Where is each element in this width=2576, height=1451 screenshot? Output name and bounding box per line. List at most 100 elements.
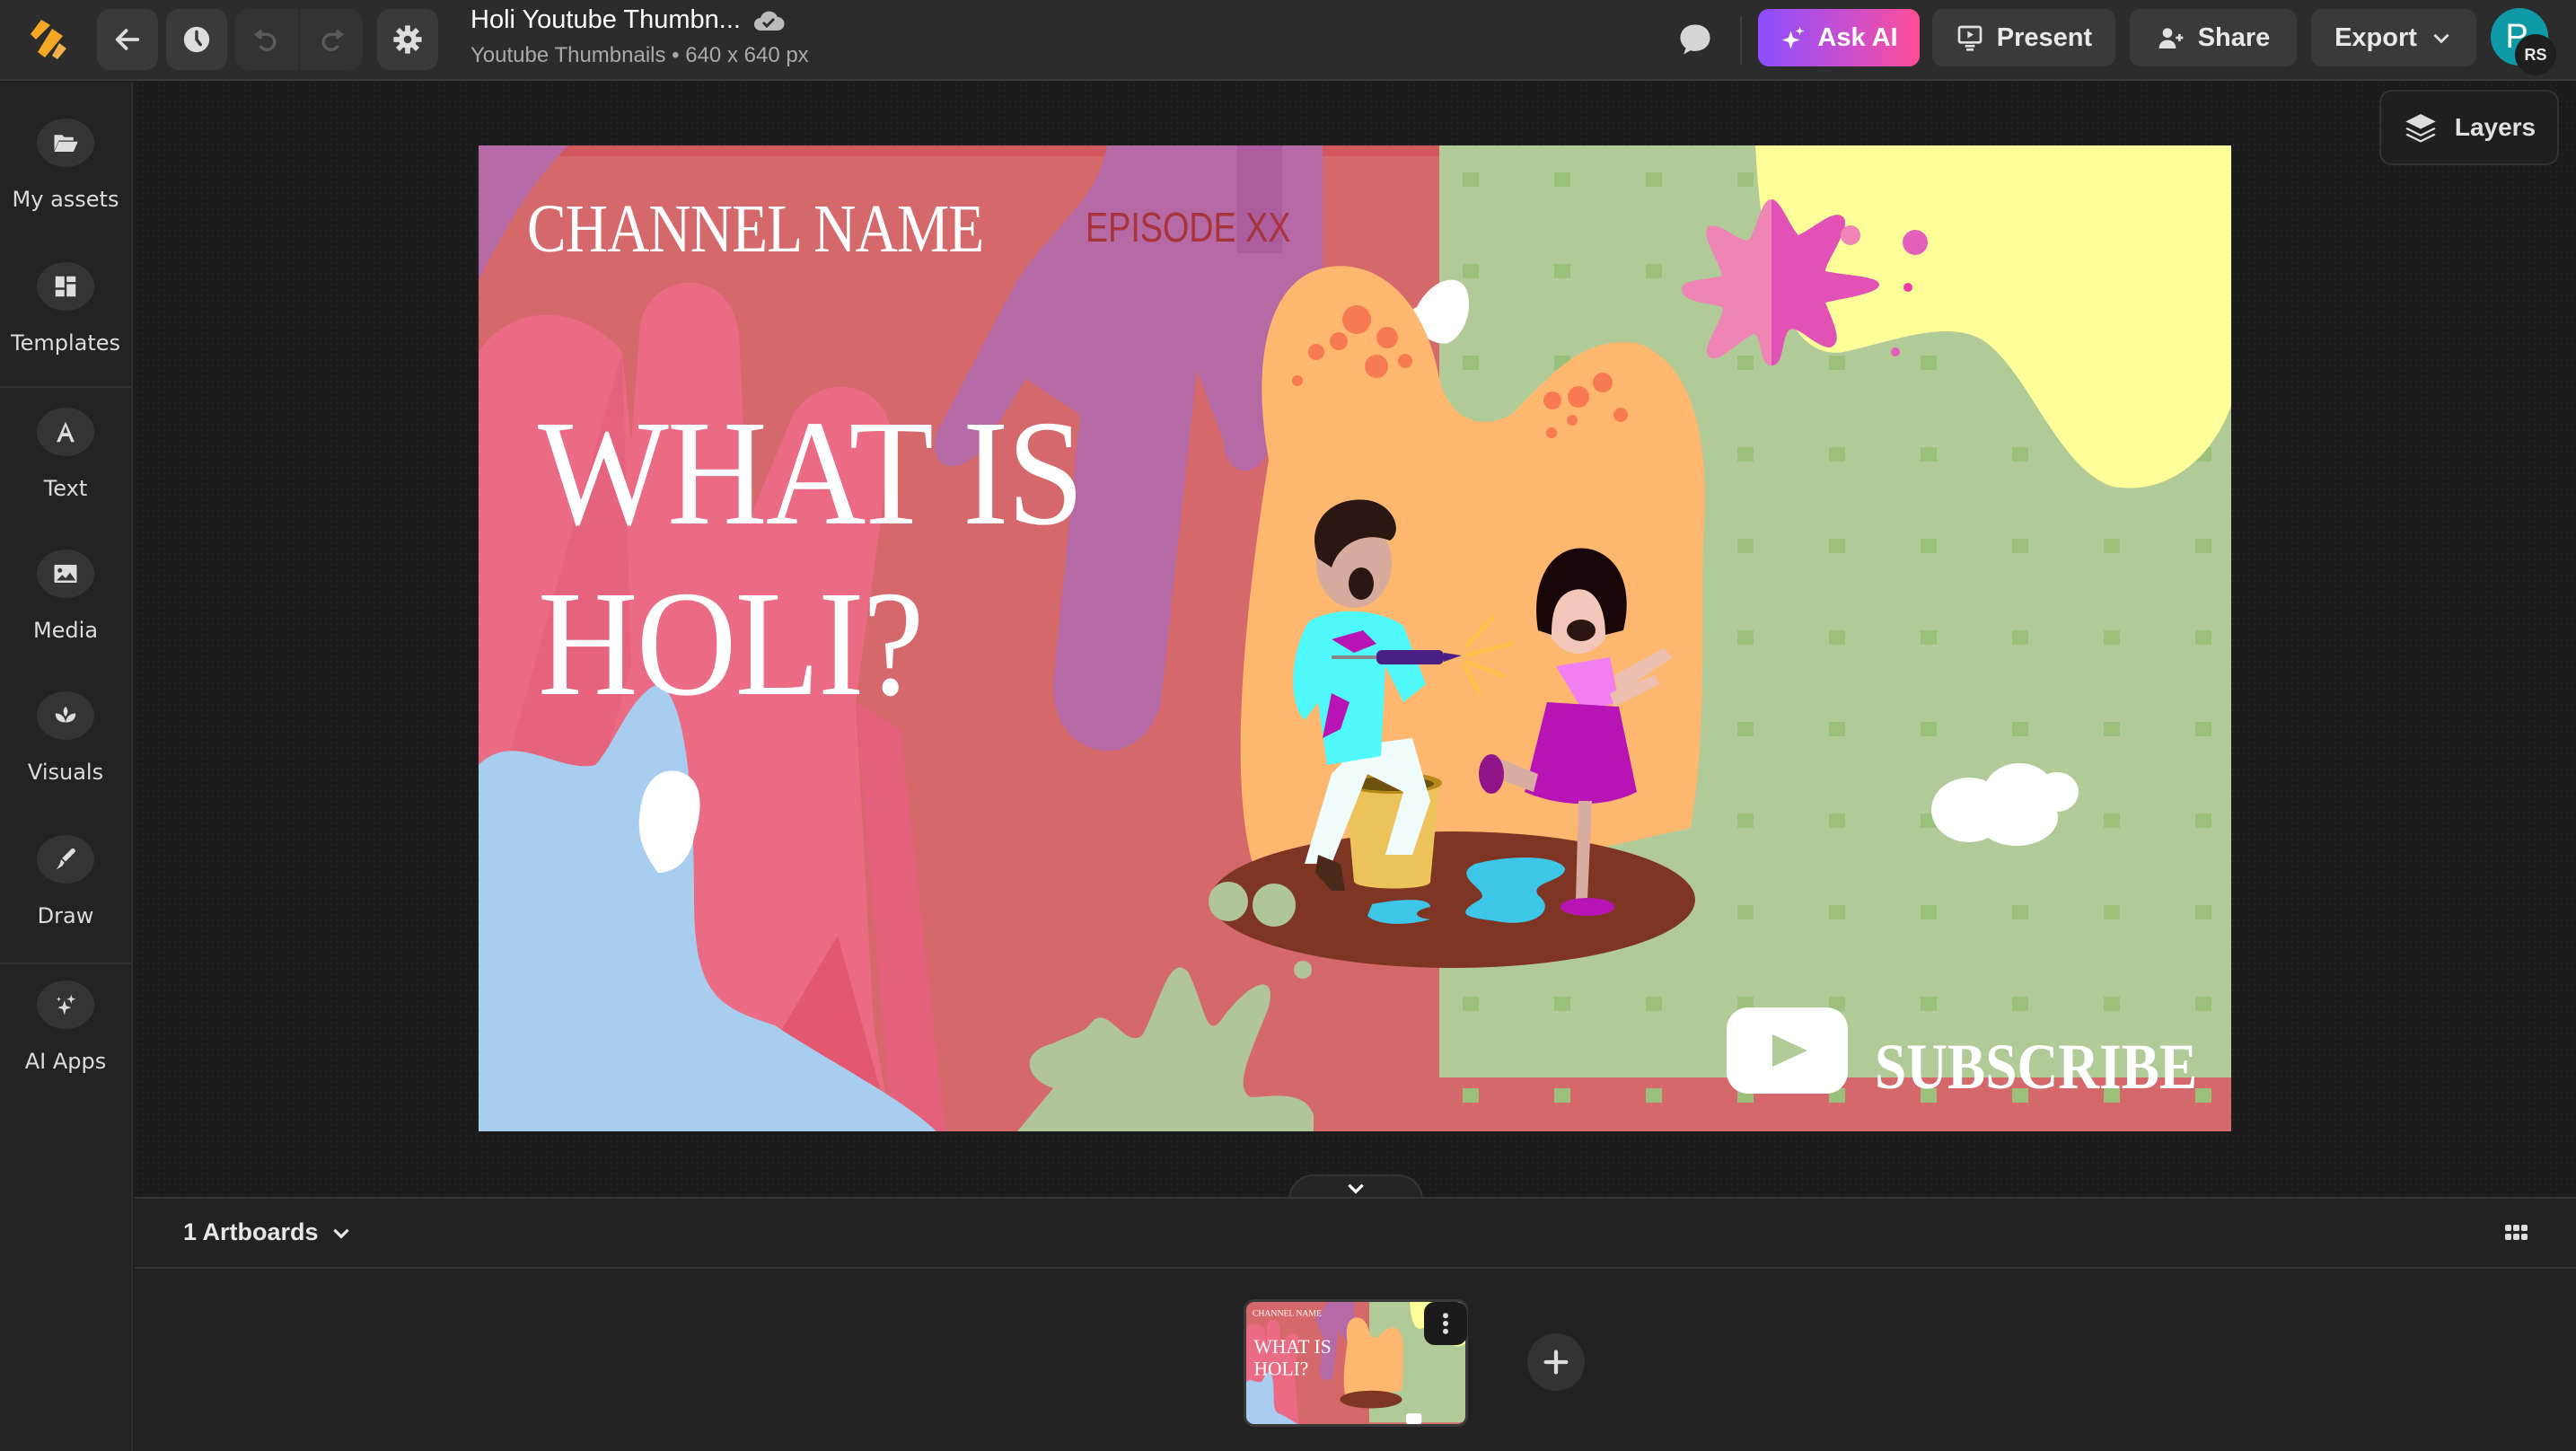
artboards-dropdown[interactable]: 1 Artboards — [183, 1218, 353, 1246]
sidebar-item-visuals[interactable]: Visuals — [0, 691, 131, 826]
pattern-dot — [2104, 905, 2120, 919]
ask-ai-button[interactable]: Ask AI — [1758, 9, 1920, 66]
collapse-panel-toggle[interactable] — [1288, 1174, 1423, 1200]
text-icon — [57, 421, 75, 443]
sidebar-item-ai-apps[interactable]: AI Apps — [0, 981, 131, 1115]
artboards-label: 1 Artboards — [183, 1218, 319, 1245]
thumbnail-menu-button[interactable] — [1424, 1302, 1467, 1345]
pattern-dot — [1737, 539, 1754, 553]
gear-icon — [393, 25, 422, 54]
headline-text[interactable]: WHAT IS HOLI? — [538, 388, 1085, 729]
pattern-dot — [1737, 630, 1754, 645]
layers-button[interactable]: Layers — [2379, 90, 2559, 165]
lotus-icon — [55, 707, 76, 723]
channel-name-text[interactable]: CHANNEL NAME — [527, 190, 984, 268]
pattern-dot — [1554, 1088, 1570, 1103]
grid-view-button[interactable] — [2503, 1222, 2530, 1244]
pattern-dot — [2195, 997, 2211, 1011]
export-button[interactable]: Export — [2311, 9, 2476, 66]
pattern-dot — [1646, 1088, 1662, 1103]
sidebar-item-media[interactable]: Media — [0, 550, 131, 684]
redo-icon — [321, 29, 345, 51]
back-button[interactable] — [97, 9, 158, 70]
pattern-dot — [1554, 264, 1570, 278]
pattern-dot — [1463, 172, 1479, 187]
pattern-dot — [2012, 722, 2028, 736]
subscribe-text[interactable]: SUBSCRIBE — [1875, 1030, 2197, 1104]
pattern-dot — [1554, 172, 1570, 187]
pattern-dot — [1921, 447, 1937, 462]
pattern-dot — [1829, 630, 1845, 645]
pattern-dot — [1829, 905, 1845, 919]
pattern-dot — [2195, 630, 2211, 645]
redo-button[interactable] — [300, 9, 363, 70]
youtube-play-icon — [1727, 1007, 1848, 1094]
clock-icon — [183, 26, 210, 53]
pattern-dot — [1463, 264, 1479, 278]
app-logo-icon[interactable] — [27, 16, 72, 63]
pattern-dot — [2012, 539, 2028, 553]
present-label: Present — [1996, 22, 2093, 52]
collaborator-avatar[interactable]: RS — [2515, 34, 2556, 75]
artboards-bar: 1 Artboards — [135, 1199, 2576, 1269]
present-icon — [1957, 25, 1983, 51]
export-label: Export — [2334, 22, 2417, 52]
undo-button[interactable] — [235, 9, 298, 70]
comment-icon — [1680, 24, 1710, 55]
sparkles-icon — [57, 994, 76, 1016]
pattern-dot — [1921, 356, 1937, 370]
sidebar-item-templates[interactable]: Templates — [0, 262, 131, 397]
pattern-dot — [1829, 447, 1845, 462]
pattern-dot — [2104, 813, 2120, 828]
pattern-dot — [2104, 997, 2120, 1011]
pattern-dot — [2195, 1088, 2211, 1103]
present-button[interactable]: Present — [1932, 9, 2115, 66]
pattern-dot — [1921, 997, 1937, 1011]
pattern-dot — [1921, 905, 1937, 919]
pattern-dot — [1463, 356, 1479, 370]
thumb-title-line-2: HOLI? — [1253, 1358, 1308, 1379]
pattern-dot — [2012, 630, 2028, 645]
share-label: Share — [2197, 22, 2271, 52]
pattern-dot — [1554, 997, 1570, 1011]
thumb-title-line-1: WHAT IS — [1253, 1336, 1331, 1358]
more-vertical-icon — [1443, 1313, 1448, 1334]
pattern-dot — [1829, 539, 1845, 553]
arrow-left-icon — [115, 29, 140, 50]
pattern-dot — [2012, 905, 2028, 919]
plus-icon — [1543, 1350, 1569, 1375]
document-title[interactable]: Holi Youtube Thumbn... — [470, 5, 741, 35]
artboards-panel: 1 Artboards CHANNEL NAME WHAT IS HOLI? — [135, 1197, 2576, 1451]
pattern-dot — [1737, 905, 1754, 919]
pattern-dot — [1646, 172, 1662, 187]
pen-nib-icon — [57, 848, 75, 870]
artboard-canvas[interactable]: CHANNEL NAME EPISODE XX WHAT IS HOLI? SU… — [479, 145, 2231, 1131]
pattern-dot — [2195, 722, 2211, 736]
headline-line-2: HOLI? — [538, 560, 924, 727]
thumb-channel-text: CHANNEL NAME — [1253, 1308, 1322, 1318]
cloud-check-icon — [752, 7, 785, 34]
share-button[interactable]: Share — [2130, 9, 2297, 66]
pattern-dot — [2195, 539, 2211, 553]
sidebar-item-my-assets[interactable]: My assets — [0, 119, 131, 253]
pattern-dot — [1921, 539, 1937, 553]
pattern-dot — [1463, 997, 1479, 1011]
layers-icon — [2405, 114, 2436, 143]
sidebar-item-text[interactable]: Text — [0, 408, 131, 542]
pattern-dot — [1921, 722, 1937, 736]
history-button[interactable] — [166, 9, 227, 70]
pattern-dot — [1829, 722, 1845, 736]
add-artboard-button[interactable] — [1527, 1333, 1585, 1391]
layers-label: Layers — [2454, 113, 2536, 141]
episode-text[interactable]: EPISODE XX — [1086, 203, 1290, 251]
pattern-dot — [1737, 356, 1754, 370]
pattern-dot — [1646, 264, 1662, 278]
image-icon — [54, 565, 77, 583]
pattern-dot — [1646, 997, 1662, 1011]
sidebar-item-draw[interactable]: Draw — [0, 835, 131, 970]
comment-button[interactable] — [1675, 20, 1715, 59]
sidebar-divider — [0, 963, 131, 964]
settings-button[interactable] — [377, 9, 438, 70]
templates-icon — [55, 276, 76, 297]
undo-icon — [253, 29, 277, 51]
